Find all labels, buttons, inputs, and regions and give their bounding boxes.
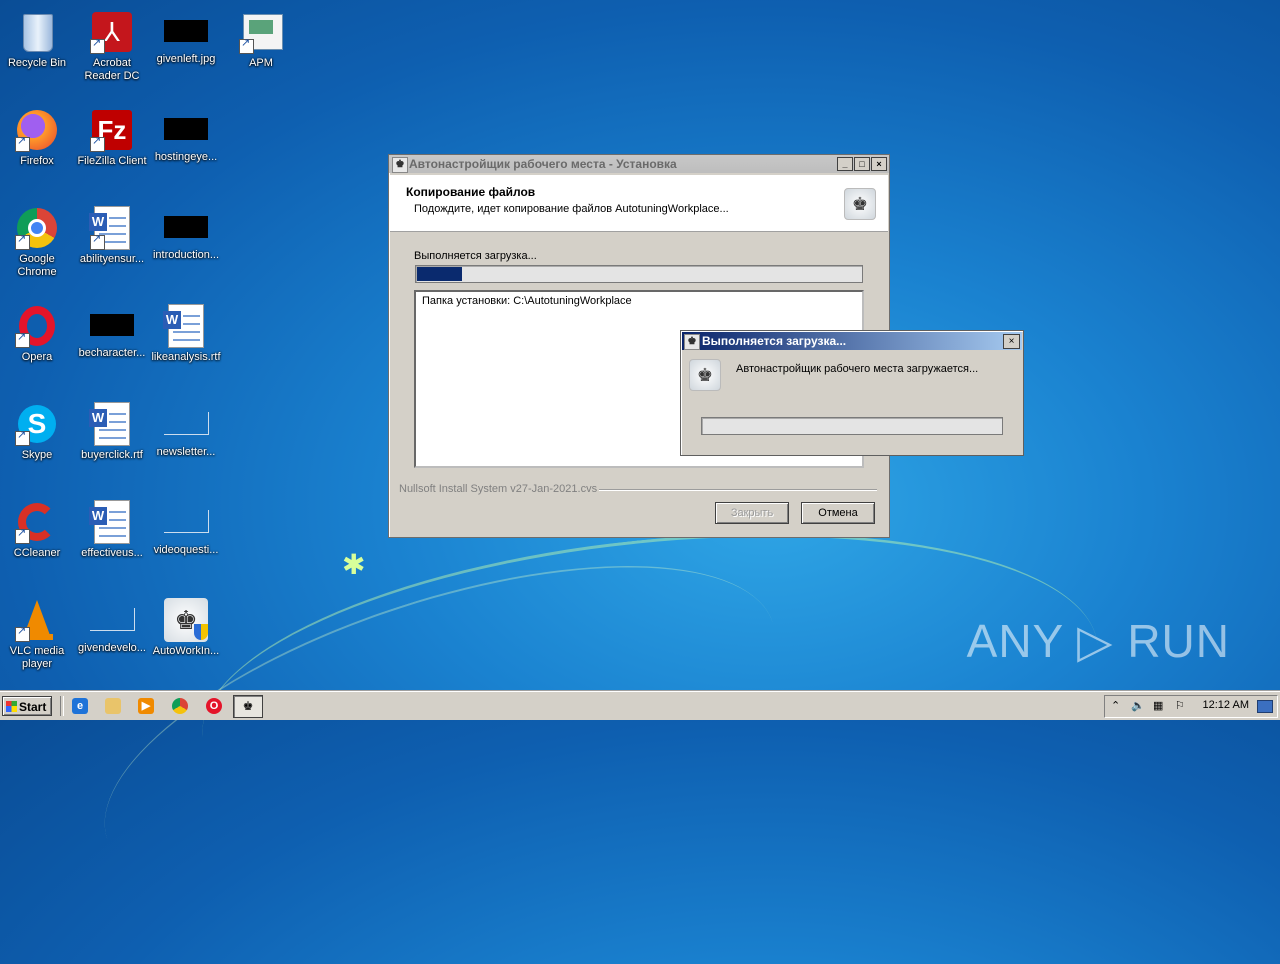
start-button[interactable]: Start <box>2 696 52 716</box>
wallpaper-glow: ✱ <box>342 549 366 580</box>
installer-titlebar[interactable]: ♚ Автонастройщик рабочего места - Устано… <box>389 155 889 173</box>
ccleaner-icon <box>15 500 59 544</box>
newsletter-file-icon <box>163 412 209 435</box>
desktop-icon-newsletter[interactable]: newsletter... <box>149 398 223 459</box>
desktop-icon-ccleaner[interactable]: CCleaner <box>0 496 74 560</box>
windows-flag-icon <box>6 701 17 712</box>
givenleft-file-icon <box>164 20 208 42</box>
install-progress-bar <box>415 265 863 283</box>
loading-popup: ♚ Выполняется загрузка... × ♚ Автонастро… <box>680 330 1024 456</box>
taskbar: Start e ▶ O ♚ ⌃ 🔈 ▦ ⚐ 12:12 AM <box>0 691 1280 720</box>
desktop-icon-givendevelo[interactable]: givendevelo... <box>75 594 149 655</box>
action-center-flag-icon[interactable]: ⚐ <box>1175 699 1185 712</box>
givendevelo-file-icon <box>89 608 135 631</box>
popup-titlebar[interactable]: ♚ Выполняется загрузка... × <box>682 332 1022 350</box>
clock[interactable]: 12:12 AM <box>1203 699 1249 711</box>
desktop-icon-acrobat[interactable]: ⅄ Acrobat Reader DC <box>75 6 149 83</box>
status-label: Выполняется загрузка... <box>414 250 537 262</box>
desktop-icon-likeanalysis[interactable]: W likeanalysis.rtf <box>149 300 223 364</box>
system-tray: ⌃ 🔈 ▦ ⚐ 12:12 AM <box>1104 695 1278 718</box>
volume-icon[interactable]: 🔈 <box>1131 699 1145 712</box>
network-icon[interactable]: ▦ <box>1153 699 1163 712</box>
header-title: Копирование файлов <box>406 185 536 199</box>
desktop-icon-apm[interactable]: APM <box>224 6 298 70</box>
media-player-icon[interactable]: ▶ <box>138 698 154 714</box>
header-subtitle: Подождите, идет копирование файлов Autot… <box>414 203 729 215</box>
desktop-icon-abilityensur[interactable]: W abilityensur... <box>75 202 149 266</box>
recycle-bin-icon <box>15 10 59 54</box>
close-button[interactable]: Закрыть <box>715 502 789 524</box>
becharacter-file-icon <box>90 314 134 336</box>
installer-title: Автонастройщик рабочего места - Установк… <box>409 157 677 171</box>
emblem-icon: ♚ <box>684 334 700 350</box>
desktop-icon-chrome[interactable]: Google Chrome <box>0 202 74 279</box>
nsis-branding: Nullsoft Install System v27-Jan-2021.cvs <box>399 483 598 495</box>
explorer-folder-icon[interactable] <box>105 698 121 714</box>
desktop-icon-givenleft[interactable]: givenleft.jpg <box>149 6 223 66</box>
desktop-icon-autoworkin[interactable]: ♚ AutoWorkIn... <box>149 594 223 658</box>
minimize-button[interactable]: _ <box>837 157 853 171</box>
popup-progress-bar <box>701 417 1003 435</box>
desktop-icon-opera[interactable]: Opera <box>0 300 74 364</box>
tray-expand-icon[interactable]: ⌃ <box>1111 699 1120 712</box>
opera-icon <box>15 304 59 348</box>
branding-divider <box>599 489 877 491</box>
desktop-icon-videoquesti[interactable]: videoquesti... <box>149 496 223 557</box>
log-line: Папка установки: C:\AutotuningWorkplace <box>422 295 632 307</box>
autoworkin-installer-icon: ♚ <box>164 598 208 642</box>
taskbar-separator <box>60 696 64 716</box>
desktop-icon-effectiveus[interactable]: W effectiveus... <box>75 496 149 560</box>
videoquesti-file-icon <box>163 510 209 533</box>
show-desktop-icon[interactable] <box>1257 700 1273 713</box>
start-label: Start <box>19 700 47 714</box>
skype-icon: S <box>15 402 59 446</box>
chrome-taskbar-icon[interactable] <box>172 698 188 714</box>
cancel-button[interactable]: Отмена <box>801 502 875 524</box>
desktop-icon-vlc[interactable]: VLC media player <box>0 594 74 671</box>
opera-taskbar-icon[interactable]: O <box>206 698 222 714</box>
installer-task-button[interactable]: ♚ <box>233 695 263 718</box>
acrobat-reader-icon: ⅄ <box>90 10 134 54</box>
apm-icon <box>239 10 283 54</box>
desktop-icon-filezilla[interactable]: Fz FileZilla Client <box>75 104 149 168</box>
vlc-icon <box>15 598 59 642</box>
likeanalysis-doc-icon: W <box>163 304 208 348</box>
popup-title: Выполняется загрузка... <box>702 334 847 348</box>
chrome-icon <box>15 206 59 250</box>
desktop-icon-becharacter[interactable]: becharacter... <box>75 300 149 360</box>
introduction-file-icon <box>164 216 208 238</box>
close-window-button[interactable]: × <box>871 157 887 171</box>
emblem-icon: ♚ <box>392 157 408 173</box>
popup-close-button[interactable]: × <box>1003 334 1020 349</box>
emblem-icon: ♚ <box>689 359 721 391</box>
desktop-icon-buyerclick[interactable]: W buyerclick.rtf <box>75 398 149 462</box>
firefox-icon <box>15 108 59 152</box>
effectiveus-doc-icon: W <box>89 500 134 544</box>
ie-icon[interactable]: e <box>72 698 88 714</box>
abilityensur-doc-icon: W <box>89 206 134 250</box>
desktop-icon-firefox[interactable]: Firefox <box>0 104 74 168</box>
emblem-icon: ♚ <box>242 699 254 713</box>
anyrun-watermark: ANY ▷ RUN <box>966 615 1230 667</box>
filezilla-icon: Fz <box>90 108 134 152</box>
popup-message: Автонастройщик рабочего места загружаетс… <box>736 363 979 375</box>
buyerclick-doc-icon: W <box>89 402 134 446</box>
hostingeye-file-icon <box>164 118 208 140</box>
install-progress-fill <box>417 267 462 281</box>
maximize-button[interactable]: □ <box>854 157 870 171</box>
desktop-icon-skype[interactable]: S Skype <box>0 398 74 462</box>
desktop-icon-hostingeye[interactable]: hostingeye... <box>149 104 223 164</box>
installer-header: Копирование файлов Подождите, идет копир… <box>390 175 888 232</box>
desktop-icon-recycle-bin[interactable]: Recycle Bin <box>0 6 74 70</box>
emblem-icon: ♚ <box>844 188 876 220</box>
desktop-icon-introduction[interactable]: introduction... <box>149 202 223 262</box>
